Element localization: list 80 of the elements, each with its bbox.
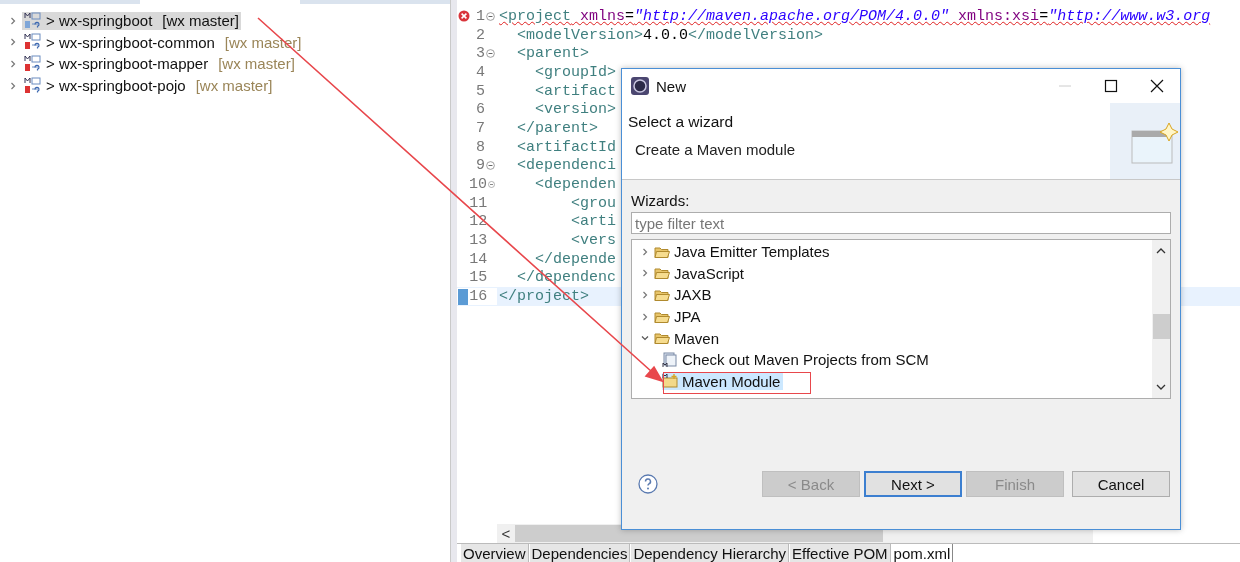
code-line: <dependenci xyxy=(516,157,617,175)
expand-chevron-icon[interactable] xyxy=(640,268,650,279)
maven-module-icon xyxy=(662,373,678,390)
folder-icon xyxy=(654,265,670,282)
dialog-button[interactable]: Next > xyxy=(864,471,962,497)
editor-tab[interactable]: Effective POM xyxy=(789,544,891,562)
code-line: <parent> xyxy=(516,45,589,63)
code-line: <arti xyxy=(570,213,617,231)
line-number: 1 xyxy=(475,7,485,25)
folder-icon xyxy=(654,287,670,303)
wizard-description: Create a Maven module xyxy=(634,141,797,158)
collapse-icon[interactable] xyxy=(486,49,495,59)
line-number: 13 xyxy=(469,232,488,250)
code-line: <groupId> xyxy=(534,63,617,81)
expand-chevron-icon[interactable] xyxy=(640,246,650,257)
scroll-down-icon[interactable] xyxy=(1156,382,1166,392)
line-number: 6 xyxy=(475,101,485,119)
line-number: 3 xyxy=(475,45,485,63)
eclipse-icon xyxy=(630,76,650,96)
checkout-icon xyxy=(662,351,678,368)
expand-chevron-icon[interactable] xyxy=(8,15,18,26)
wizard-item[interactable]: JavaScript xyxy=(654,264,748,282)
editor-tab[interactable]: Dependency Hierarchy xyxy=(630,544,789,562)
code-line: <version> xyxy=(534,101,617,119)
code-line: </parent> xyxy=(516,119,599,137)
line-number: 9 xyxy=(475,157,485,175)
maximize-icon[interactable] xyxy=(1104,79,1118,93)
expand-chevron-icon[interactable] xyxy=(8,37,18,48)
vertical-scrollbar[interactable] xyxy=(1152,240,1170,398)
dialog-title: New xyxy=(656,77,687,95)
wizard-heading: Select a wizard xyxy=(628,113,735,131)
line-number: 2 xyxy=(475,26,485,44)
maven-project-icon xyxy=(24,55,42,73)
expand-chevron-icon[interactable] xyxy=(8,80,18,91)
filter-field[interactable]: type filter text xyxy=(631,212,1171,234)
line-number: 11 xyxy=(469,194,488,212)
wizard-item[interactable]: Java Emitter Templates xyxy=(654,243,833,261)
collapse-icon[interactable] xyxy=(486,161,495,171)
code-line: <dependen xyxy=(534,176,617,194)
code-line: <artifactId xyxy=(516,138,617,156)
project-item[interactable]: > wx-springboot-pojo [wx master] xyxy=(22,76,275,95)
line-number: 16 xyxy=(469,288,488,306)
expand-chevron-icon[interactable] xyxy=(640,311,650,322)
collapse-icon[interactable] xyxy=(487,180,495,190)
wizard-item[interactable]: JPA xyxy=(654,308,704,326)
expand-chevron-icon[interactable] xyxy=(640,290,650,300)
code-line: <modelVersion>4.0.0</modelVersion> xyxy=(516,26,824,44)
maven-project-icon xyxy=(24,76,42,95)
code-line: <vers xyxy=(570,232,617,250)
wizard-item[interactable]: Check out Maven Projects from SCM xyxy=(662,351,932,369)
editor-tab[interactable]: Overview xyxy=(460,544,529,562)
wizard-item[interactable]: JAXB xyxy=(654,286,715,304)
line-number: 8 xyxy=(475,138,485,156)
close-icon[interactable] xyxy=(1150,79,1164,93)
scroll-up-icon[interactable] xyxy=(1156,246,1166,256)
code-line: <artifact xyxy=(534,82,617,100)
maven-project-icon xyxy=(24,33,42,52)
code-line: </depende xyxy=(534,250,617,268)
project-item[interactable]: > wx-springboot [wx master] xyxy=(22,11,241,30)
line-number: 12 xyxy=(469,213,488,231)
line-number: 15 xyxy=(469,269,488,287)
line-number: 7 xyxy=(475,119,485,137)
scroll-left-button[interactable]: < xyxy=(497,525,515,542)
maven-project-icon xyxy=(24,11,42,30)
scrollbar-thumb[interactable] xyxy=(1152,314,1170,339)
wizard-item[interactable]: Maven xyxy=(654,329,723,347)
code-line: <grou xyxy=(570,194,617,212)
line-number: 14 xyxy=(469,250,488,268)
editor-tab[interactable]: Dependencies xyxy=(528,544,631,562)
wizards-label: Wizards: xyxy=(631,192,691,209)
dialog-button[interactable]: Cancel xyxy=(1072,471,1170,497)
folder-icon xyxy=(654,330,670,347)
expand-chevron-icon[interactable] xyxy=(8,59,18,69)
line-number: 10 xyxy=(468,176,487,194)
project-item[interactable]: > wx-springboot-mapper [wx master] xyxy=(22,55,297,73)
line-number: 5 xyxy=(475,82,485,100)
code-line: <project xmlns="http://maven.apache.org/POM/4.0.0" xmlns:xsi="http://www.w3.org xyxy=(499,7,1211,25)
collapse-icon[interactable] xyxy=(486,11,495,21)
help-icon[interactable] xyxy=(638,474,658,494)
line-number: 4 xyxy=(475,63,485,81)
